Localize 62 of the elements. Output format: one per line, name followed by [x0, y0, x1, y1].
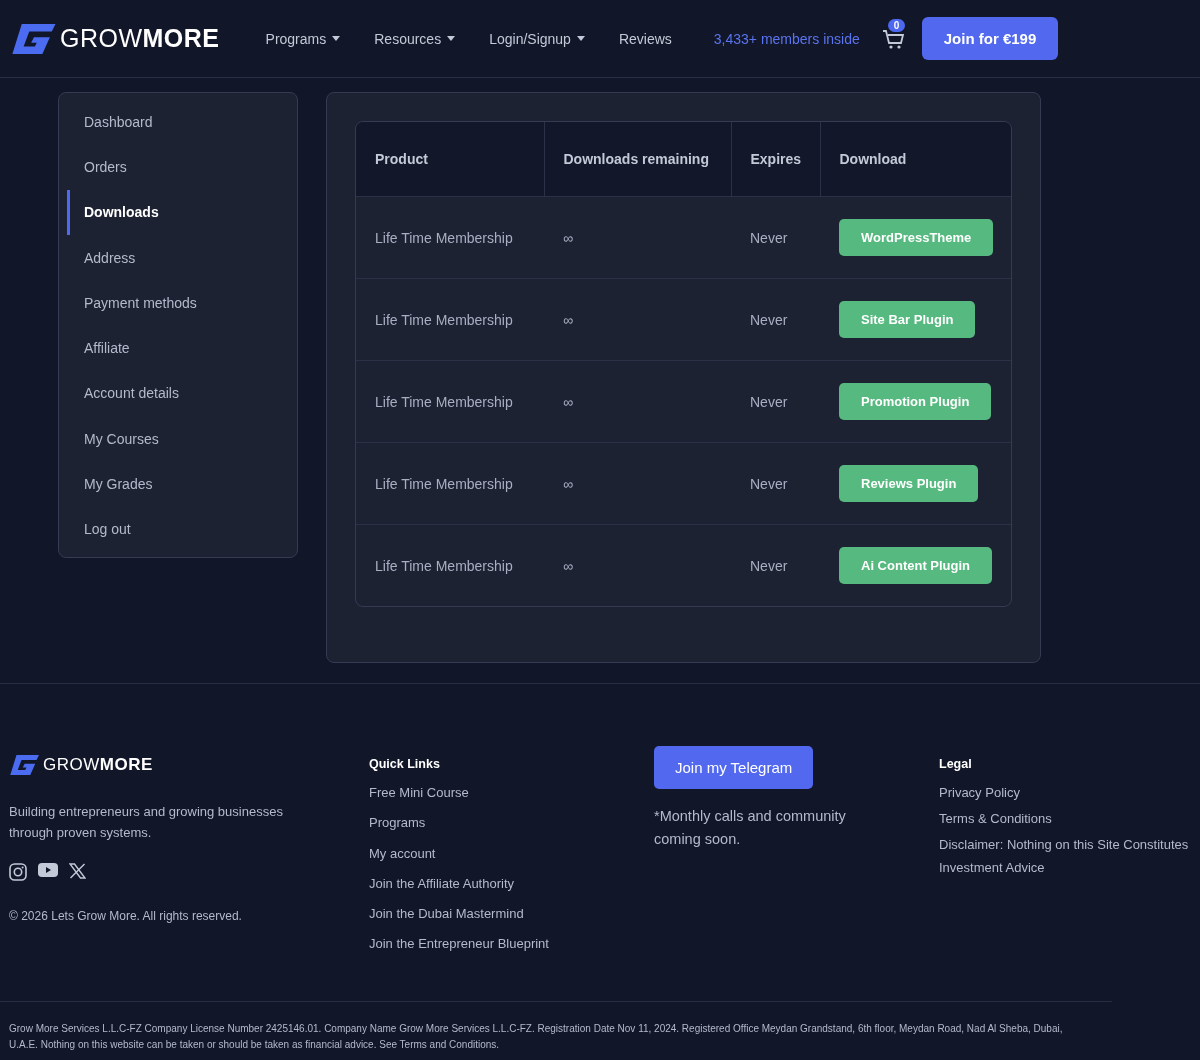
sidebar-item[interactable]: Orders	[67, 144, 297, 190]
footer-link[interactable]: Terms & Conditions	[939, 807, 1200, 830]
sidebar-item[interactable]: My Grades	[67, 461, 297, 507]
table-cell: Life Time Membership	[356, 278, 544, 361]
footer-link[interactable]: Free Mini Course	[369, 785, 654, 801]
sidebar-item[interactable]: Downloads	[67, 189, 297, 235]
table-cell: Life Time Membership	[356, 524, 544, 606]
sidebar-item[interactable]: Payment methods	[67, 280, 297, 326]
members-count: 3,433+ members inside	[713, 30, 860, 47]
caret-icon	[332, 36, 341, 41]
footer-link[interactable]: Privacy Policy	[939, 781, 1200, 804]
column-title: Legal	[939, 757, 973, 771]
telegram-note: *Monthly calls and community coming soon.	[654, 807, 847, 849]
table-cell: Never	[731, 196, 820, 279]
join-button[interactable]: Join for €199	[921, 17, 1059, 60]
telegram-button[interactable]: Join my Telegram	[654, 746, 814, 789]
table-cell: ∞	[544, 360, 731, 443]
table-cell: Life Time Membership	[356, 196, 544, 279]
footer-link[interactable]: My account	[369, 845, 654, 862]
footer-link[interactable]: Join the Affiliate Authority	[369, 875, 654, 892]
nav-link[interactable]: Resources	[374, 30, 456, 47]
logo-text[interactable]: GROWMORE	[60, 24, 220, 53]
x-icon[interactable]	[69, 863, 86, 879]
column-title: Quick Links	[369, 757, 441, 771]
cart-badge: 0	[887, 18, 906, 32]
sidebar-item[interactable]: Log out	[67, 506, 297, 552]
column-header: Download	[820, 122, 1011, 197]
legal-notice: Grow More Services L.L.C-FZ Company License Number 2425146.01. Company Name Grow More Services L.L.C-FZ. Registration Date Nov 11, 2024. Registered Office Meydan Grandstand, 6th floor, Meydan Road, Nad Al Sheba, Dubai, U.A.E. Nothing on this website can be taken or should be taken as financial advice. See Terms and Conditions.	[8, 1021, 1064, 1052]
logo-text[interactable]: GROWMORE	[43, 755, 153, 775]
sidebar-item[interactable]: Affiliate	[67, 325, 297, 371]
footer-link[interactable]: Join the Entrepreneur Blueprint	[369, 936, 654, 953]
table-cell: ∞	[544, 442, 731, 525]
sidebar-item[interactable]: Address	[67, 234, 297, 281]
table-cell: Never	[731, 360, 820, 443]
table-cell: Never	[731, 442, 820, 525]
logo-mark-icon	[9, 755, 39, 775]
column-header: Expires	[731, 122, 820, 197]
instagram-icon[interactable]	[9, 863, 27, 881]
footer-link[interactable]: Disclaimer: Nothing on this Site Constitutes Investment Advice	[939, 833, 1200, 879]
sidebar-item[interactable]: My Courses	[67, 416, 297, 462]
table-cell: ∞	[544, 278, 731, 361]
footer-link[interactable]: Join the Dubai Mastermind	[369, 906, 654, 923]
column-header: Product	[356, 122, 544, 197]
sidebar-item[interactable]: Account details	[67, 370, 297, 417]
logo-mark-icon	[10, 23, 56, 54]
nav-link[interactable]: Reviews	[618, 30, 672, 47]
caret-icon	[576, 36, 585, 41]
table-cell: ∞	[544, 524, 731, 606]
youtube-icon[interactable]	[38, 863, 58, 877]
table-cell: Never	[731, 524, 820, 606]
table-cell: Life Time Membership	[356, 442, 544, 525]
table-cell: ∞	[544, 196, 731, 279]
nav-link[interactable]: Login/Signup	[489, 30, 585, 47]
footer-link[interactable]: Programs	[369, 815, 654, 832]
sidebar-item[interactable]: Dashboard	[67, 99, 297, 145]
tagline: Building entrepreneurs and growing businesses through proven systems.	[9, 803, 284, 842]
caret-icon	[447, 36, 456, 41]
table-cell: Never	[731, 278, 820, 361]
copyright-text: © 2026 Lets Grow More. All rights reserved.	[9, 909, 243, 923]
column-header: Downloads remaining	[544, 122, 731, 197]
table-cell: Life Time Membership	[356, 360, 544, 443]
nav-link[interactable]: Programs	[265, 30, 341, 47]
